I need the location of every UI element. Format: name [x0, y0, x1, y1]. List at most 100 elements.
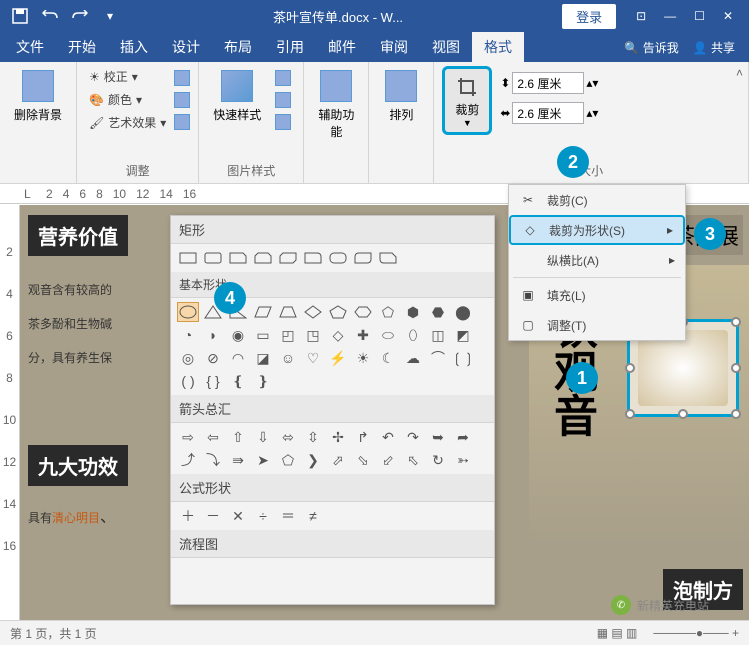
shape-round2[interactable]: [327, 248, 349, 268]
shape-arrow-uturn[interactable]: ↶: [377, 427, 399, 447]
shape-notequal[interactable]: ≠: [302, 506, 324, 526]
shape-arrow-quad[interactable]: ✢: [327, 427, 349, 447]
tab-design[interactable]: 设计: [160, 32, 212, 62]
shape-plus[interactable]: ✚: [352, 325, 374, 345]
shape-arc[interactable]: ⌒: [427, 348, 449, 368]
shape-diamond[interactable]: [302, 302, 324, 322]
shape-cloud[interactable]: ☁: [402, 348, 424, 368]
shape-arrow-ucallout[interactable]: ⬁: [402, 450, 424, 470]
shape-arrow-rcallout[interactable]: ⬀: [327, 450, 349, 470]
shape-snip-diag[interactable]: [277, 248, 299, 268]
shape-minus[interactable]: －: [202, 506, 224, 526]
shape-rect[interactable]: [177, 248, 199, 268]
ribbon-options-icon[interactable]: ⊡: [636, 9, 646, 23]
shape-blockArc[interactable]: ◠: [227, 348, 249, 368]
page-indicator[interactable]: 第 1 页，共 1 页: [10, 625, 97, 642]
tab-references[interactable]: 引用: [264, 32, 316, 62]
zoom-slider[interactable]: ─────●─── +: [653, 626, 739, 640]
width-input[interactable]: 2.6 厘米: [512, 102, 584, 124]
tab-layout[interactable]: 布局: [212, 32, 264, 62]
reset-picture-icon[interactable]: [174, 114, 190, 130]
qat-customize[interactable]: ▾: [96, 3, 124, 29]
redo-button[interactable]: [66, 3, 94, 29]
shape-arrow-r[interactable]: ⇨: [177, 427, 199, 447]
shape-brace2[interactable]: ❴: [227, 371, 249, 391]
shape-pentagon[interactable]: [327, 302, 349, 322]
shape-trapezoid[interactable]: [277, 302, 299, 322]
shape-snip2[interactable]: [252, 248, 274, 268]
shape-round-diag[interactable]: [352, 248, 374, 268]
shape-equal[interactable]: ＝: [277, 506, 299, 526]
change-picture-icon[interactable]: [174, 92, 190, 108]
shape-divide[interactable]: ÷: [252, 506, 274, 526]
shape-arrow-curved-l[interactable]: ➦: [452, 427, 474, 447]
maximize-button[interactable]: ☐: [694, 9, 705, 23]
shape-cube[interactable]: ◫: [427, 325, 449, 345]
compress-icon[interactable]: [174, 70, 190, 86]
shape-arrow-dcallout[interactable]: ⬂: [352, 450, 374, 470]
shape-pie[interactable]: ◔: [177, 325, 199, 345]
tab-format[interactable]: 格式: [472, 32, 524, 62]
style-gallery[interactable]: [271, 66, 295, 134]
minimize-button[interactable]: —: [664, 9, 676, 23]
shape-snipround[interactable]: [377, 248, 399, 268]
height-input[interactable]: 2.6 厘米: [512, 72, 584, 94]
shape-chord[interactable]: ◗: [202, 325, 224, 345]
shape-smiley[interactable]: ☺: [277, 348, 299, 368]
shape-can[interactable]: ⬯: [402, 325, 424, 345]
menu-fill[interactable]: ▣填充(L): [509, 280, 685, 310]
shape-octagon[interactable]: ⬢: [402, 302, 424, 322]
shape-heptagon[interactable]: ⬠: [377, 302, 399, 322]
shape-heart[interactable]: ♡: [302, 348, 324, 368]
menu-aspect-ratio[interactable]: 纵横比(A)▸: [509, 245, 685, 275]
shape-diag[interactable]: ◇: [327, 325, 349, 345]
shape-arrow-notched[interactable]: ➤: [252, 450, 274, 470]
collapse-ribbon-button[interactable]: ˄: [736, 66, 743, 80]
menu-crop[interactable]: ✂裁剪(C): [509, 185, 685, 215]
menu-fit[interactable]: ▢调整(T): [509, 310, 685, 340]
share-button[interactable]: 👤 共享: [693, 39, 735, 56]
shape-bevel[interactable]: ◩: [452, 325, 474, 345]
save-button[interactable]: [6, 3, 34, 29]
shape-multiply[interactable]: ✕: [227, 506, 249, 526]
view-buttons[interactable]: ▦ ▤ ▥: [597, 626, 638, 640]
shape-snip1[interactable]: [227, 248, 249, 268]
shape-brace3[interactable]: ❵: [252, 371, 274, 391]
shape-arrow-chevron[interactable]: ❯: [302, 450, 324, 470]
crop-button[interactable]: 裁剪 ▼: [442, 66, 492, 135]
effects-icon[interactable]: [275, 92, 291, 108]
shape-halfframe[interactable]: ◰: [277, 325, 299, 345]
tab-view[interactable]: 视图: [420, 32, 472, 62]
shape-hexagon[interactable]: [352, 302, 374, 322]
shape-arrow-d[interactable]: ⇩: [252, 427, 274, 447]
shape-round1[interactable]: [302, 248, 324, 268]
layout-icon[interactable]: [275, 114, 291, 130]
shape-noSymbol[interactable]: ⊘: [202, 348, 224, 368]
shape-plus[interactable]: ＋: [177, 506, 199, 526]
arrange-button[interactable]: 排列: [377, 66, 425, 127]
shape-arrow-curved-u[interactable]: ⤴: [177, 450, 199, 470]
shape-arrow-curved-r[interactable]: ➥: [427, 427, 449, 447]
undo-button[interactable]: [36, 3, 64, 29]
shape-arrow-bent[interactable]: ↱: [352, 427, 374, 447]
close-button[interactable]: ✕: [723, 9, 733, 23]
shape-lightning[interactable]: ⚡: [327, 348, 349, 368]
shape-arrow-striped[interactable]: ⇛: [227, 450, 249, 470]
tab-review[interactable]: 审阅: [368, 32, 420, 62]
menu-crop-to-shape[interactable]: ◇裁剪为形状(S)▸: [509, 215, 685, 245]
shape-arrow-lcallout[interactable]: ⬃: [377, 450, 399, 470]
tab-insert[interactable]: 插入: [108, 32, 160, 62]
quick-styles-button[interactable]: 快速样式: [207, 66, 267, 127]
login-button[interactable]: 登录: [562, 4, 616, 29]
shape-arrow-ud[interactable]: ⇳: [302, 427, 324, 447]
shape-bracket1[interactable]: ❲❳: [452, 348, 474, 368]
shape-arrow-curved-d[interactable]: ⤵: [202, 450, 224, 470]
shape-arrow-swoosh[interactable]: ➳: [452, 450, 474, 470]
shape-arrow-pentagon[interactable]: ⬠: [277, 450, 299, 470]
shape-foldedCorner[interactable]: ◪: [252, 348, 274, 368]
shape-bracket2[interactable]: ( ): [177, 371, 199, 391]
shape-arrow-l[interactable]: ⇦: [202, 427, 224, 447]
shape-sun[interactable]: ☀: [352, 348, 374, 368]
shape-arrow-luturn[interactable]: ↷: [402, 427, 424, 447]
shape-arrow-u[interactable]: ⇧: [227, 427, 249, 447]
